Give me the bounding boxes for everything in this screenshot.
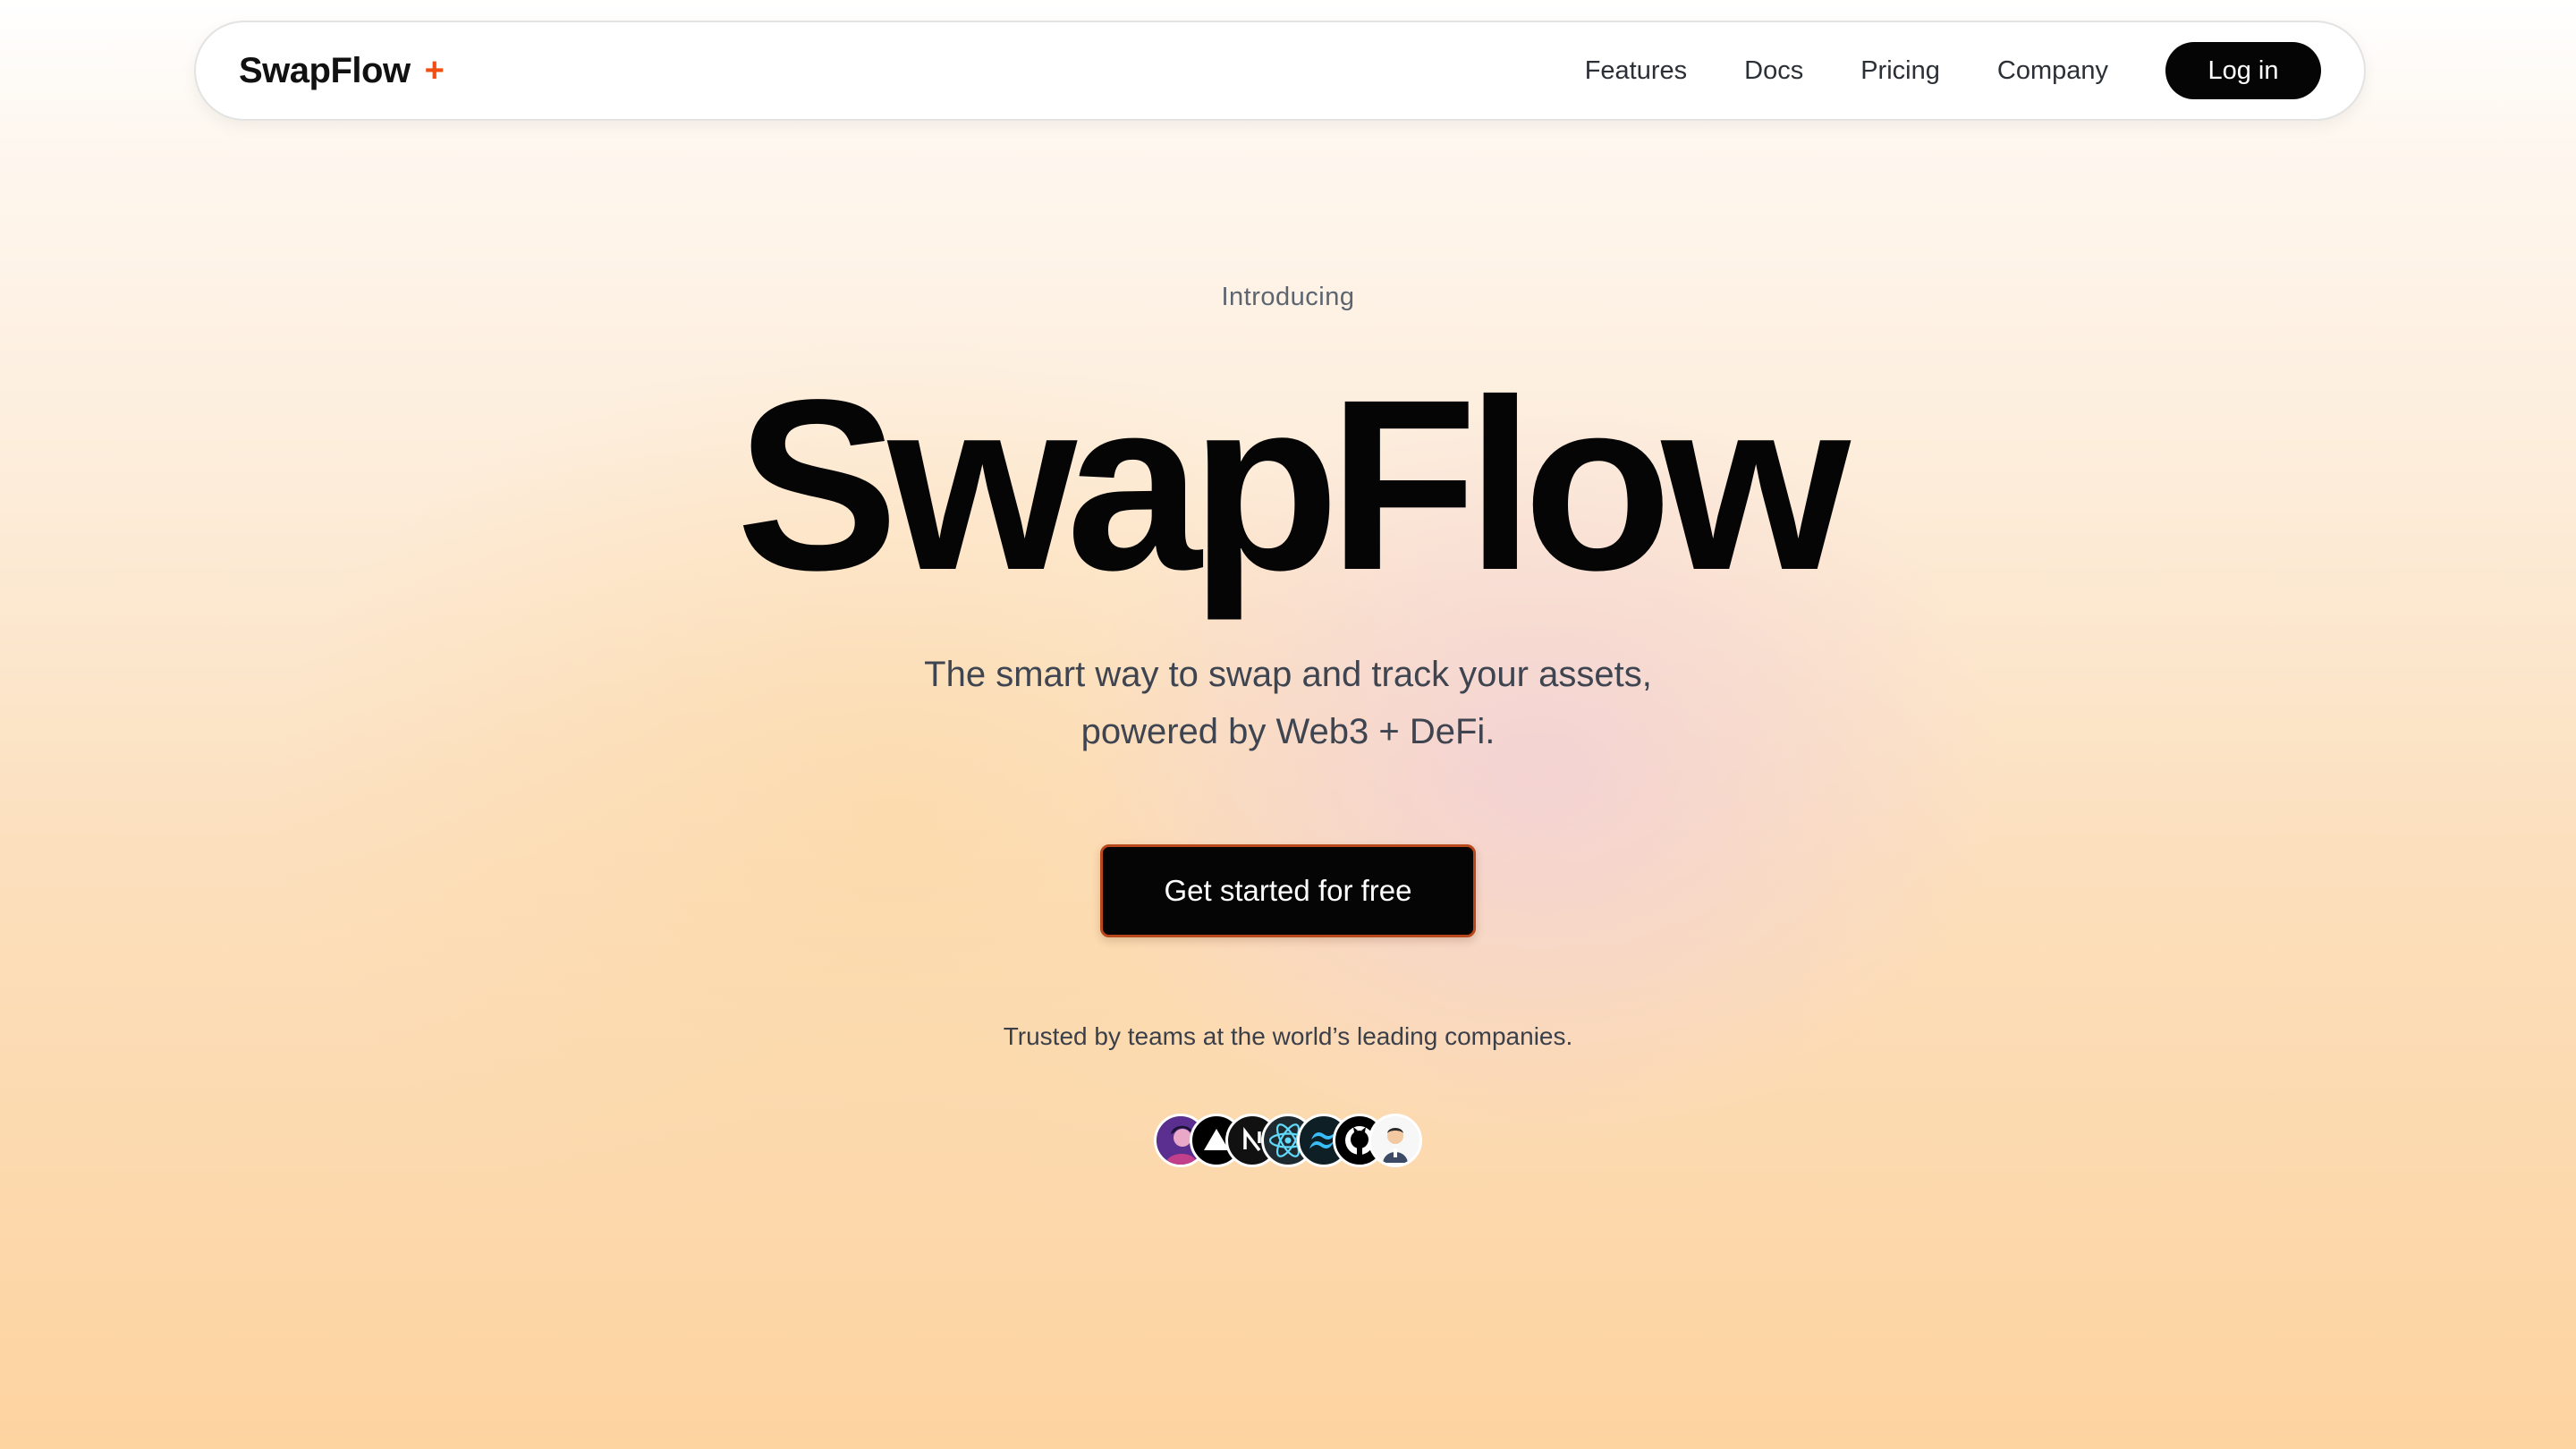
top-navbar: SwapFlow + Features Docs Pricing Company… <box>194 21 2366 121</box>
cta-container: Get started for free <box>0 844 2576 937</box>
nav-link-features[interactable]: Features <box>1585 56 1687 86</box>
company-logos <box>0 1114 2576 1167</box>
logo-avatar-stack <box>1154 1114 1422 1167</box>
memoji-avatar-icon <box>1368 1114 1422 1167</box>
hero-title: SwapFlow <box>736 349 1851 621</box>
brand-logo[interactable]: SwapFlow + <box>239 22 445 119</box>
brand-name: SwapFlow <box>239 50 411 90</box>
hero-subtitle: The smart way to swap and track your ass… <box>0 646 2576 760</box>
nav-link-docs[interactable]: Docs <box>1744 56 1803 86</box>
login-button[interactable]: Log in <box>2165 42 2321 99</box>
nav-link-pricing[interactable]: Pricing <box>1860 56 1940 86</box>
trusted-by-text: Trusted by teams at the world’s leading … <box>1003 1022 1573 1050</box>
hero-eyebrow: Introducing <box>1221 283 1355 311</box>
get-started-button[interactable]: Get started for free <box>1100 844 1476 937</box>
brand-plus-icon: + <box>424 51 445 89</box>
nav-links: Features Docs Pricing Company Log in <box>1585 22 2321 119</box>
nav-link-company[interactable]: Company <box>1997 56 2108 86</box>
hero-subtitle-line-2: powered by Web3 + DeFi. <box>1080 712 1496 751</box>
hero-subtitle-line-1: The smart way to swap and track your ass… <box>924 655 1652 694</box>
